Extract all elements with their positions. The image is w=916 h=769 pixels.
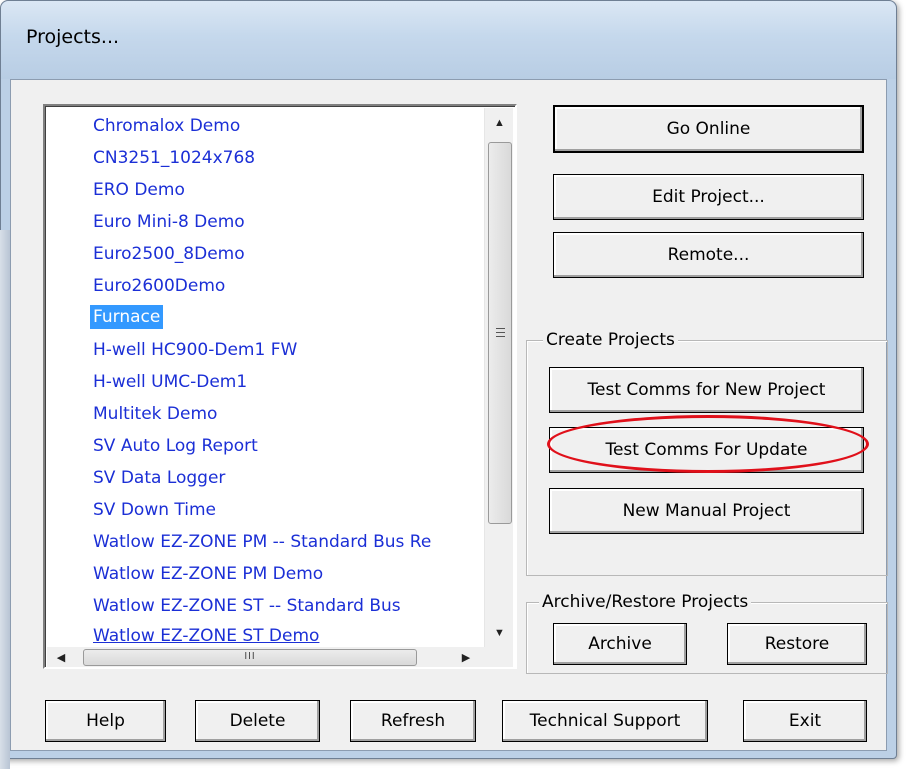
new-manual-project-button[interactable]: New Manual Project: [549, 488, 864, 534]
create-projects-label: Create Projects: [543, 330, 678, 350]
archive-button[interactable]: Archive: [553, 623, 687, 665]
window-title: Projects...: [26, 26, 120, 48]
list-item[interactable]: Chromalox Demo: [90, 114, 243, 138]
exit-button[interactable]: Exit: [743, 700, 867, 742]
vertical-scroll-thumb[interactable]: [488, 142, 512, 524]
grip-icon: [496, 328, 505, 337]
list-item[interactable]: Euro2500_8Demo: [90, 242, 248, 266]
list-item-selected[interactable]: Furnace: [90, 305, 164, 329]
list-item[interactable]: SV Down Time: [90, 498, 219, 522]
delete-button[interactable]: Delete: [195, 700, 320, 742]
refresh-button[interactable]: Refresh: [350, 700, 476, 742]
project-list: Chromalox Demo CN3251_1024x768 ERO Demo …: [47, 108, 484, 647]
go-online-button[interactable]: Go Online: [553, 105, 864, 153]
list-item[interactable]: Multitek Demo: [90, 402, 220, 426]
list-item[interactable]: SV Data Logger: [90, 466, 228, 490]
title-bar[interactable]: Projects...: [1, 1, 896, 79]
horizontal-scrollbar[interactable]: ◀ III ▶: [47, 647, 484, 667]
list-item[interactable]: Euro Mini-8 Demo: [90, 210, 248, 234]
vertical-scrollbar[interactable]: ▲ ▼: [484, 108, 513, 647]
list-item[interactable]: Watlow EZ-ZONE ST Demo: [90, 624, 322, 647]
dialog-client-area: Chromalox Demo CN3251_1024x768 ERO Demo …: [10, 79, 888, 751]
edit-project-button[interactable]: Edit Project...: [553, 174, 864, 220]
list-item[interactable]: SV Auto Log Report: [90, 434, 261, 458]
scroll-down-arrow-icon[interactable]: ▼: [485, 618, 514, 647]
technical-support-button[interactable]: Technical Support: [502, 700, 708, 742]
list-item[interactable]: H-well UMC-Dem1: [90, 370, 250, 394]
horizontal-scroll-thumb[interactable]: III: [83, 649, 417, 666]
project-listbox[interactable]: Chromalox Demo CN3251_1024x768 ERO Demo …: [43, 104, 517, 669]
list-item[interactable]: ERO Demo: [90, 178, 188, 202]
list-item[interactable]: Watlow EZ-ZONE PM Demo: [90, 562, 326, 586]
scroll-up-arrow-icon[interactable]: ▲: [485, 108, 514, 137]
list-item[interactable]: Watlow EZ-ZONE ST -- Standard Bus: [90, 594, 404, 618]
restore-button[interactable]: Restore: [727, 623, 867, 665]
background-window-edge: [0, 230, 10, 769]
test-comms-for-update-button[interactable]: Test Comms For Update: [549, 427, 864, 473]
test-comms-new-project-button[interactable]: Test Comms for New Project: [549, 367, 864, 413]
projects-dialog: Projects... Chromalox Demo CN3251_1024x7…: [0, 0, 897, 759]
scrollbar-corner: [484, 647, 513, 667]
list-item[interactable]: CN3251_1024x768: [90, 146, 258, 170]
list-item[interactable]: H-well HC900-Dem1 FW: [90, 338, 300, 362]
scroll-left-arrow-icon[interactable]: ◀: [51, 647, 71, 667]
scroll-right-arrow-icon[interactable]: ▶: [456, 647, 476, 667]
list-item[interactable]: Euro2600Demo: [90, 274, 228, 298]
help-button[interactable]: Help: [45, 700, 166, 742]
archive-restore-label: Archive/Restore Projects: [539, 592, 752, 612]
list-item[interactable]: Watlow EZ-ZONE PM -- Standard Bus Re: [90, 530, 434, 554]
remote-button[interactable]: Remote...: [553, 232, 864, 278]
